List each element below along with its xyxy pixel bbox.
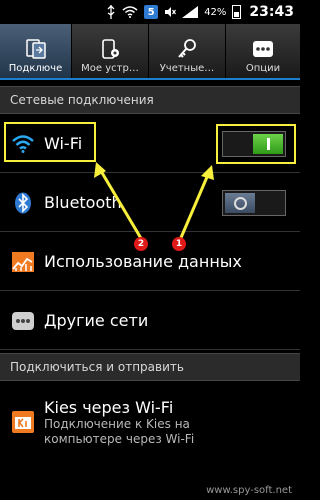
annotation-marker-1: 1	[172, 237, 186, 251]
arrow-2-line	[96, 165, 144, 241]
watermark: www.spy-soft.net	[206, 485, 292, 496]
arrow-1-head	[201, 165, 214, 180]
annotation-arrows	[94, 162, 214, 241]
arrow-1-line	[178, 169, 212, 241]
annotation-marker-2: 2	[134, 237, 148, 251]
